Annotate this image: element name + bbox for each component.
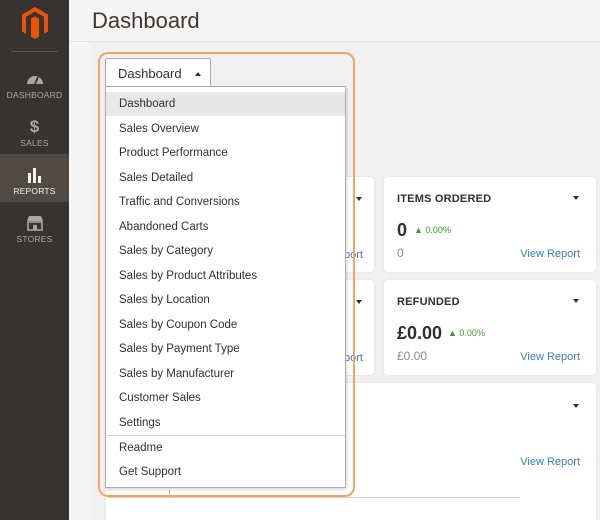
items-ordered-card: ITEMS ORDERED 0 ▲ 0.00% 0 View Report [384, 177, 596, 272]
menu-item-sales-by-category[interactable]: Sales by Category [106, 239, 345, 263]
card-value: £0.00 [397, 323, 443, 343]
card-change-value: 0.00% [459, 328, 485, 338]
card-change-value: 0.00% [425, 225, 451, 235]
sidebar-item-sales[interactable]: $ SALES [0, 106, 69, 154]
card-change: ▲ 0.00% [414, 225, 451, 235]
bar-chart-icon [0, 166, 69, 184]
card-value: 0 [397, 220, 408, 240]
menu-item-dashboard[interactable]: Dashboard [106, 92, 345, 116]
menu-item-sales-by-product-attributes[interactable]: Sales by Product Attributes [106, 264, 345, 288]
up-arrow-icon: ▲ [448, 328, 460, 338]
card-menu-caret-icon[interactable] [573, 299, 579, 303]
storefront-icon [0, 214, 69, 232]
sidebar-item-label: REPORTS [13, 186, 56, 196]
admin-sidebar: DASHBOARD $ SALES REPORTS STORES [0, 0, 69, 520]
card-previous-value: 0 [397, 246, 404, 260]
menu-item-readme[interactable]: Readme [106, 436, 345, 460]
menu-item-abandoned-carts[interactable]: Abandoned Carts [106, 215, 345, 239]
dollar-icon: $ [29, 117, 40, 136]
page-title: Dashboard [92, 8, 200, 33]
report-switcher-menu: Dashboard Sales Overview Product Perform… [105, 86, 346, 488]
menu-item-settings[interactable]: Settings [106, 411, 345, 435]
magento-logo-icon[interactable] [22, 7, 48, 39]
menu-item-sales-by-coupon-code[interactable]: Sales by Coupon Code [106, 313, 345, 337]
sidebar-divider [11, 51, 58, 52]
card-menu-caret-icon[interactable] [356, 300, 362, 304]
card-menu-caret-icon[interactable] [573, 196, 579, 200]
card-previous-value: £0.00 [397, 349, 428, 363]
view-report-link[interactable]: View Report [520, 351, 580, 363]
sidebar-item-label: SALES [20, 138, 49, 148]
card-title: REFUNDED [397, 296, 460, 308]
card-title: ITEMS ORDERED [397, 193, 492, 205]
card-menu-caret-icon[interactable] [356, 197, 362, 201]
menu-item-sales-by-manufacturer[interactable]: Sales by Manufacturer [106, 362, 345, 386]
card-change: ▲ 0.00% [448, 328, 485, 338]
caret-up-icon [195, 72, 201, 76]
menu-item-traffic-and-conversions[interactable]: Traffic and Conversions [106, 190, 345, 214]
view-report-link[interactable]: View Report [520, 248, 580, 260]
menu-item-sales-overview[interactable]: Sales Overview [106, 117, 345, 141]
card-menu-caret-icon[interactable] [573, 404, 579, 408]
menu-item-sales-by-location[interactable]: Sales by Location [106, 288, 345, 312]
speedometer-icon [0, 70, 69, 88]
sidebar-item-dashboard[interactable]: DASHBOARD [0, 58, 69, 106]
menu-item-sales-by-payment-type[interactable]: Sales by Payment Type [106, 337, 345, 361]
menu-item-customer-sales[interactable]: Customer Sales [106, 386, 345, 410]
sidebar-item-stores[interactable]: STORES [0, 202, 69, 250]
refunded-card: REFUNDED £0.00 ▲ 0.00% £0.00 View Report [384, 280, 596, 375]
sidebar-item-label: STORES [16, 234, 53, 244]
report-switcher-label: Dashboard [118, 66, 182, 81]
view-report-link[interactable]: View Report [520, 456, 580, 468]
menu-item-product-performance[interactable]: Product Performance [106, 141, 345, 165]
menu-item-sales-detailed[interactable]: Sales Detailed [106, 166, 345, 190]
menu-item-get-support[interactable]: Get Support [106, 460, 345, 484]
up-arrow-icon: ▲ [414, 225, 426, 235]
report-switcher-button[interactable]: Dashboard [105, 58, 211, 87]
sidebar-item-reports[interactable]: REPORTS [0, 154, 69, 202]
sidebar-item-label: DASHBOARD [6, 90, 63, 100]
